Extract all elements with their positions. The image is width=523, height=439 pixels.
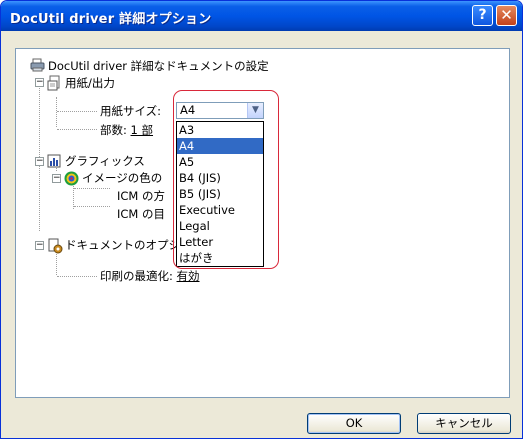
tree-line bbox=[74, 188, 110, 189]
paper-size-label: 用紙サイズ: bbox=[100, 104, 162, 118]
tree-item-paper-output[interactable]: 用紙/出力 bbox=[65, 75, 115, 91]
window-title: DocUtil driver 詳細オプション bbox=[10, 12, 212, 27]
collapse-graphics-icon[interactable]: − bbox=[35, 157, 44, 166]
graphics-icon bbox=[47, 154, 61, 168]
tree-item-icm-method[interactable]: ICM の方 bbox=[117, 188, 165, 204]
tree-line bbox=[57, 129, 97, 130]
annotation-highlight bbox=[173, 90, 279, 269]
dialog-window: DocUtil driver 詳細オプション ? ✕ DocUtil drive… bbox=[0, 0, 523, 439]
tree-line bbox=[74, 206, 110, 207]
print-optimize-label: 印刷の最適化: bbox=[100, 269, 173, 283]
collapse-paper-output-icon[interactable]: − bbox=[35, 78, 44, 87]
ok-button[interactable]: OK bbox=[307, 413, 401, 434]
paper-icon bbox=[47, 75, 61, 91]
tree-line bbox=[57, 111, 97, 112]
print-optimize-value[interactable]: 有効 bbox=[177, 269, 200, 283]
tree-item-image-color[interactable]: イメージの色の bbox=[82, 170, 162, 186]
tree-line bbox=[57, 276, 97, 277]
tree-item-document-options[interactable]: ドキュメントのオプシ bbox=[65, 237, 180, 253]
collapse-image-color-icon[interactable]: − bbox=[52, 174, 61, 183]
copies-label: 部数: bbox=[100, 123, 127, 137]
help-button[interactable]: ? bbox=[472, 5, 493, 26]
copies-value[interactable]: 1 部 bbox=[131, 123, 153, 137]
cancel-button[interactable]: キャンセル bbox=[417, 413, 511, 434]
tree-item-copies[interactable]: 部数: 1 部 bbox=[100, 122, 153, 138]
collapse-document-options-icon[interactable]: − bbox=[35, 241, 44, 250]
tree-item-icm-intent[interactable]: ICM の目 bbox=[117, 206, 165, 222]
tree-item-print-optimization[interactable]: 印刷の最適化: 有効 bbox=[100, 268, 200, 284]
settings-tree: DocUtil driver 詳細なドキュメントの設定 − 用紙/出力 用紙サイ… bbox=[15, 48, 510, 398]
color-wheel-icon bbox=[64, 171, 79, 186]
tree-line bbox=[56, 97, 57, 127]
title-bar[interactable]: DocUtil driver 詳細オプション ? ✕ bbox=[1, 1, 522, 31]
tree-root-label: DocUtil driver 詳細なドキュメントの設定 bbox=[48, 59, 269, 73]
printer-icon bbox=[30, 58, 45, 72]
close-button[interactable]: ✕ bbox=[496, 5, 517, 26]
tree-item-graphics[interactable]: グラフィックス bbox=[65, 153, 145, 169]
document-options-icon bbox=[47, 238, 63, 254]
